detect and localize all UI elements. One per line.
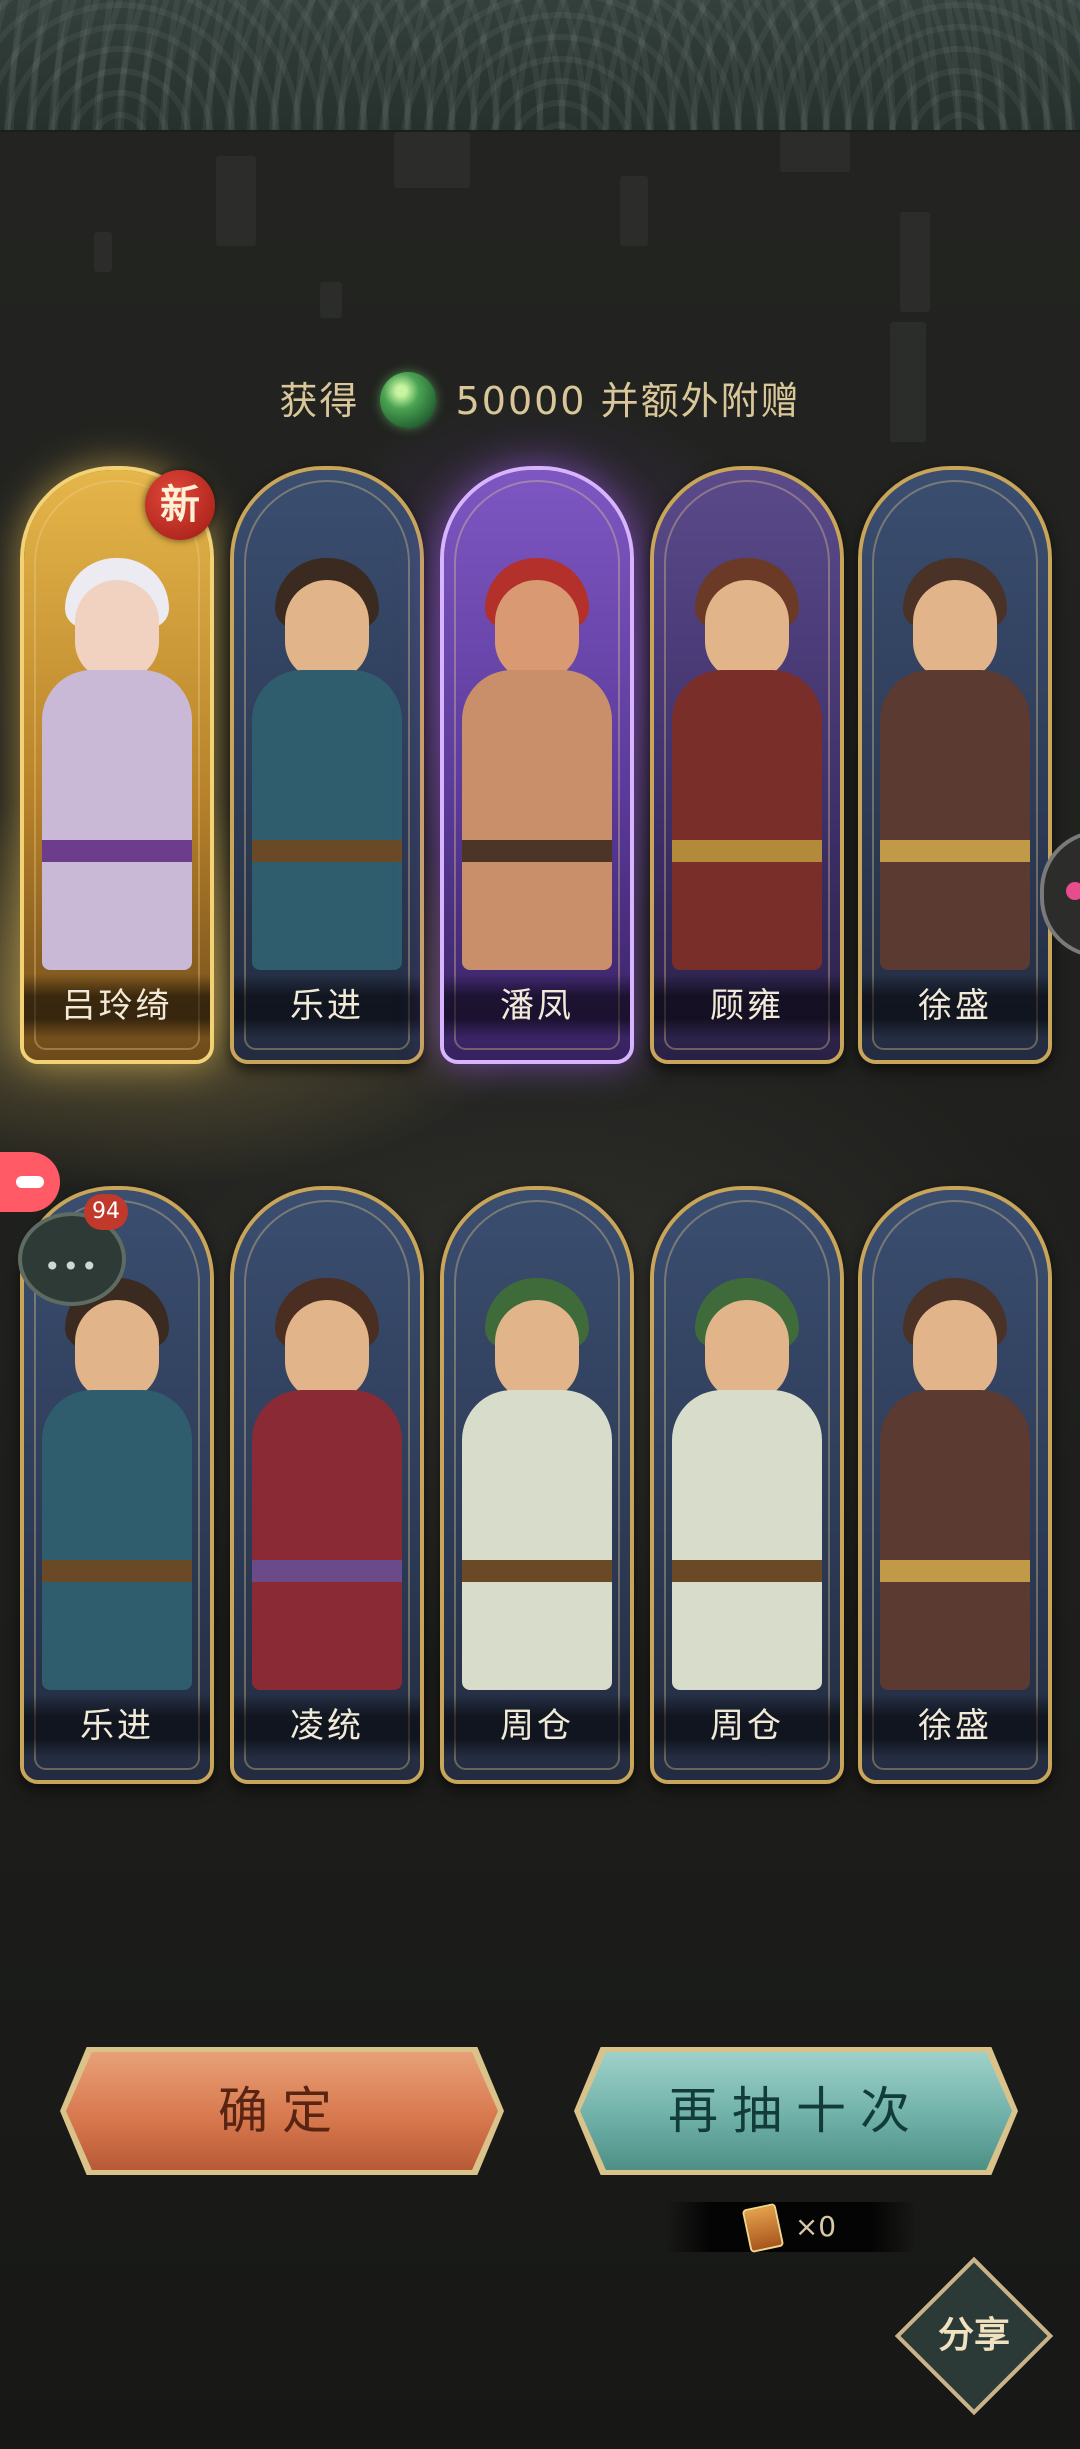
confirm-button[interactable]: 确定 xyxy=(66,2052,498,2170)
hero-portrait xyxy=(654,470,840,1060)
jade-orb-icon xyxy=(379,371,436,428)
hero-name: 徐盛 xyxy=(862,974,1048,1038)
message-count-badge: 94 xyxy=(84,1194,128,1230)
draw-ten-again-button[interactable]: 再抽十次 xyxy=(580,2052,1012,2170)
hero-card-9[interactable]: 周仓 xyxy=(650,1186,844,1784)
draw-ticket-icon xyxy=(741,2202,785,2254)
hero-portrait xyxy=(234,1190,420,1780)
hero-portrait xyxy=(444,470,630,1060)
hero-name: 周仓 xyxy=(444,1694,630,1758)
hero-portrait xyxy=(654,1190,840,1780)
hero-portrait xyxy=(24,470,210,1060)
hero-portrait xyxy=(862,1190,1048,1780)
top-banner xyxy=(0,0,1080,132)
draw-ticket-counter: ×0 xyxy=(666,2202,916,2254)
hero-portrait xyxy=(234,470,420,1060)
hero-name: 乐进 xyxy=(24,1694,210,1758)
hero-card-10[interactable]: 徐盛 xyxy=(858,1186,1052,1784)
reward-summary: 获得 50000 并额外附赠 xyxy=(0,370,1080,432)
hero-card-3[interactable]: 潘凤 xyxy=(440,466,634,1064)
reward-amount: 50000 xyxy=(455,379,587,423)
reward-suffix: 并额外附赠 xyxy=(600,379,801,423)
hero-name: 徐盛 xyxy=(862,1694,1048,1758)
hero-card-5[interactable]: 徐盛 xyxy=(858,466,1052,1064)
hero-name: 乐进 xyxy=(234,974,420,1038)
hero-portrait xyxy=(444,1190,630,1780)
new-badge: 新 xyxy=(145,470,215,540)
floating-assist-icon[interactable] xyxy=(0,1152,60,1212)
hero-name: 凌统 xyxy=(234,1694,420,1758)
hero-card-4[interactable]: 顾雍 xyxy=(650,466,844,1064)
reward-prefix: 获得 xyxy=(279,379,360,423)
hero-name: 周仓 xyxy=(654,1694,840,1758)
hero-card-7[interactable]: 凌统 xyxy=(230,1186,424,1784)
ticket-count: ×0 xyxy=(794,2210,837,2243)
hero-card-2[interactable]: 乐进 xyxy=(230,466,424,1064)
hero-card-8[interactable]: 周仓 xyxy=(440,1186,634,1784)
hero-portrait xyxy=(862,470,1048,1060)
hero-card-1[interactable]: 吕玲绮 xyxy=(20,466,214,1064)
share-label: 分享 xyxy=(937,2315,1010,2356)
hero-name: 潘凤 xyxy=(444,974,630,1038)
hero-name: 顾雍 xyxy=(654,974,840,1038)
hero-name: 吕玲绮 xyxy=(24,974,210,1038)
